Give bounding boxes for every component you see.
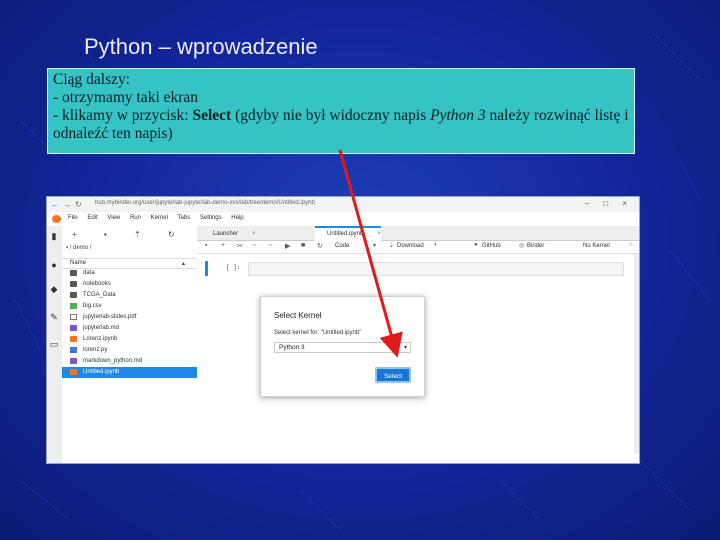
arrow-line [338, 149, 403, 358]
red-arrow-annotation [338, 149, 403, 358]
